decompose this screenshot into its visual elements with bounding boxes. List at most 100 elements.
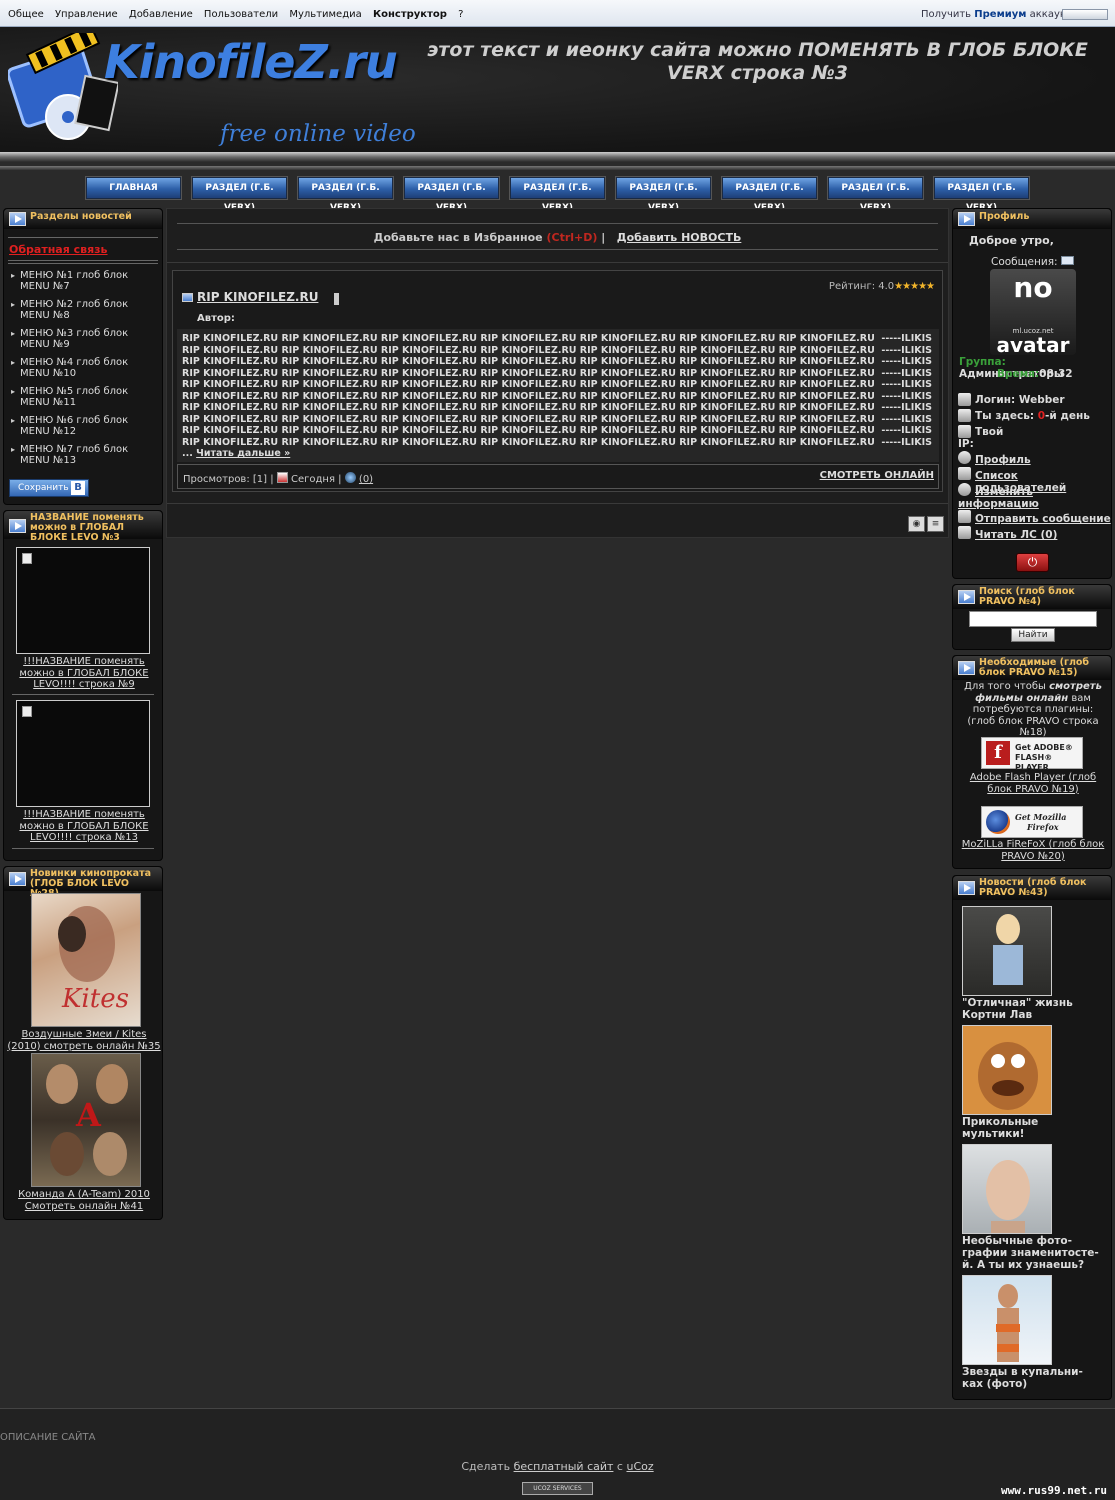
nav-section-3[interactable]: РАЗДЕЛ (Г.Б. VERX) <box>404 177 499 213</box>
divider <box>12 848 154 849</box>
watch-online-link[interactable]: СМОТРЕТЬ ОНЛАЙН <box>820 470 934 481</box>
admin-menu-users[interactable]: Пользователи <box>204 9 278 20</box>
here-label: Ты здесь: <box>975 410 1035 422</box>
logout-power-icon[interactable]: ⏻ <box>1016 553 1049 572</box>
premium-link[interactable]: Получить Премиум аккаунт <box>921 9 1072 20</box>
block-image[interactable] <box>16 547 150 654</box>
login-row: Логин: Webber <box>975 394 1065 406</box>
avatar[interactable]: no ml.ucoz.net avatar <box>990 269 1076 357</box>
free-site-link[interactable]: бесплатный сайт <box>514 1460 614 1473</box>
main-nav: ГЛАВНАЯ РАЗДЕЛ (Г.Б. VERX) РАЗДЕЛ (Г.Б. … <box>0 176 1115 213</box>
list-item[interactable]: МЕНЮ №1 глоб блок MENU №7 <box>11 270 156 292</box>
header-divider <box>0 152 1115 162</box>
eye-icon[interactable]: ◉ <box>908 516 925 532</box>
movie-poster[interactable]: Kites <box>31 893 141 1027</box>
admin-menu-help[interactable]: ? <box>458 9 463 20</box>
adminbar-toggle[interactable] <box>1062 9 1108 20</box>
send-message-link[interactable]: Отправить сообщение <box>975 513 1111 525</box>
nav-section-5[interactable]: РАЗДЕЛ (Г.Б. VERX) <box>616 177 711 213</box>
bookmark-text: Добавьте нас в Избранное <box>373 231 543 244</box>
list-view-icon[interactable]: ≡ <box>927 516 944 532</box>
separator: | <box>601 231 606 244</box>
nav-section-8[interactable]: РАЗДЕЛ (Г.Б. VERX) <box>934 177 1029 213</box>
news-image[interactable] <box>962 1275 1052 1365</box>
nav-home[interactable]: ГЛАВНАЯ <box>86 177 181 199</box>
premium-pre: Получить <box>921 9 972 20</box>
save-button[interactable]: Сохранить В <box>9 479 89 497</box>
users-list-icon <box>958 467 971 480</box>
admin-menu-general[interactable]: Общее <box>8 9 44 20</box>
admin-menu-multimedia[interactable]: Мультимедиа <box>289 9 361 20</box>
news-title[interactable]: Прикольные мультики! <box>962 1116 1102 1140</box>
entry-title[interactable]: RIP KINOFILEZ.RU <box>197 290 318 304</box>
panel-header: Поиск (глоб блок PRAVO №4) <box>953 585 1111 609</box>
list-item[interactable]: МЕНЮ №6 глоб блок MENU №12 <box>11 415 156 437</box>
profile-link[interactable]: Профиль <box>975 454 1031 466</box>
entry-author: Автор: <box>197 313 235 324</box>
movie-poster[interactable]: A <box>31 1053 141 1187</box>
logo-title[interactable]: KinofileZ.ru <box>104 35 398 89</box>
flash-link[interactable]: Adobe Flash Player (глоб блок PRAVO №19) <box>959 772 1107 795</box>
search-button[interactable]: Найти <box>1011 628 1055 642</box>
list-item[interactable]: МЕНЮ №7 глоб блок MENU №13 <box>11 444 156 466</box>
news-title[interactable]: Необычные фото-графии знаменитосте-й. А … <box>962 1235 1102 1271</box>
news-title[interactable]: Звезды в купальни-ках (фото) <box>962 1366 1102 1390</box>
list-item[interactable]: МЕНЮ №5 глоб блок MENU №11 <box>11 386 156 408</box>
list-item[interactable]: МЕНЮ №3 глоб блок MENU №9 <box>11 328 156 350</box>
panel-header: Новости (глоб блок PRAVO №43) <box>953 876 1111 900</box>
flash-logo-icon: f <box>986 741 1010 765</box>
search-input[interactable] <box>969 611 1097 627</box>
bookmark-bar: Добавьте нас в Избранное (Ctrl+D) | Доба… <box>167 231 948 244</box>
news-image[interactable] <box>962 1025 1052 1115</box>
left-block-panel: НАЗВАНИЕ поменять можно в ГЛОБАЛ БЛОКЕ L… <box>3 510 163 861</box>
rating-stars-icon[interactable]: ★★★★★ <box>894 281 935 292</box>
ff-line1: Get Mozilla <box>1015 812 1067 822</box>
envelope-icon <box>958 510 971 523</box>
plugins-text-pre: Для того чтобы <box>964 681 1050 692</box>
more-prefix: ... <box>182 448 193 459</box>
entry-rating: Рейтинг: 4.0★★★★★ <box>829 281 935 292</box>
add-news-link[interactable]: Добавить НОВОСТЬ <box>617 231 742 244</box>
messages-row[interactable]: Сообщения: <box>991 256 1074 268</box>
admin-menu-constructor[interactable]: Конструктор <box>373 9 447 20</box>
admin-menu-add[interactable]: Добавление <box>129 9 193 20</box>
panel-header: Необходимые (глоб блок PRAVO №15) <box>953 656 1111 680</box>
admin-menu-manage[interactable]: Управление <box>55 9 118 20</box>
comments-link[interactable]: (0) <box>359 474 373 485</box>
avatar-text: avatar <box>996 333 1070 357</box>
avatar-top: no <box>1013 271 1053 304</box>
nav-section-6[interactable]: РАЗДЕЛ (Г.Б. VERX) <box>722 177 817 213</box>
edit-info-link[interactable]: Изменить информацию <box>958 486 1058 510</box>
nav-section-4[interactable]: РАЗДЕЛ (Г.Б. VERX) <box>510 177 605 213</box>
block-image[interactable] <box>16 700 150 807</box>
nav-section-2[interactable]: РАЗДЕЛ (Г.Б. VERX) <box>298 177 393 213</box>
read-more-link[interactable]: Читать дальше » <box>196 448 290 459</box>
comments-icon <box>344 472 356 483</box>
feedback-link[interactable]: Обратная связь <box>9 243 108 256</box>
news-image[interactable] <box>962 1144 1052 1234</box>
movie-link[interactable]: Команда А (A-Team) 2010 Смотреть онлайн … <box>6 1189 162 1212</box>
entry-footer: Просмотров: [1] | Сегодня | (0) СМОТРЕТЬ… <box>177 464 939 489</box>
site-description: ОПИСАНИЕ САЙТА <box>0 1432 96 1443</box>
nav-section-7[interactable]: РАЗДЕЛ (Г.Б. VERX) <box>828 177 923 213</box>
panel-header: Новинки кинопроката (ГЛОБ БЛОК LEVO №28) <box>4 867 162 899</box>
panel-icon <box>9 872 26 886</box>
list-item[interactable]: МЕНЮ №2 глоб блок MENU №8 <box>11 299 156 321</box>
read-messages-link[interactable]: Читать ЛС (0) <box>975 529 1057 541</box>
get-flash-button[interactable]: f Get ADOBE® FLASH® PLAYER <box>981 737 1083 772</box>
panel-icon <box>9 519 26 533</box>
ucoz-link[interactable]: uCoz <box>626 1460 653 1473</box>
news-title[interactable]: "Отличная" жизнь Кортни Лав <box>962 997 1102 1021</box>
ucoz-services-badge[interactable]: UCOZ SERVICES <box>522 1482 593 1495</box>
divider <box>167 503 948 504</box>
movie-link[interactable]: Воздушные Змеи / Kites (2010) смотреть о… <box>6 1029 162 1052</box>
news-image[interactable] <box>962 906 1052 996</box>
firefox-link[interactable]: MoZiLLa FiReFoX (глоб блок PRAVO №20) <box>959 839 1107 862</box>
nav-section-1[interactable]: РАЗДЕЛ (Г.Б. VERX) <box>192 177 287 213</box>
logo-subtitle: free online video <box>220 121 416 147</box>
block-caption[interactable]: !!!НАЗВАНИЕ поменять можно в ГЛОБАЛ БЛОК… <box>12 656 156 691</box>
list-item[interactable]: МЕНЮ №4 глоб блок MENU №10 <box>11 357 156 379</box>
get-firefox-button[interactable]: Get Mozilla Firefox <box>981 806 1083 838</box>
logo-icon[interactable] <box>6 23 120 143</box>
block-caption[interactable]: !!!НАЗВАНИЕ поменять можно в ГЛОБАЛ БЛОК… <box>12 809 156 844</box>
